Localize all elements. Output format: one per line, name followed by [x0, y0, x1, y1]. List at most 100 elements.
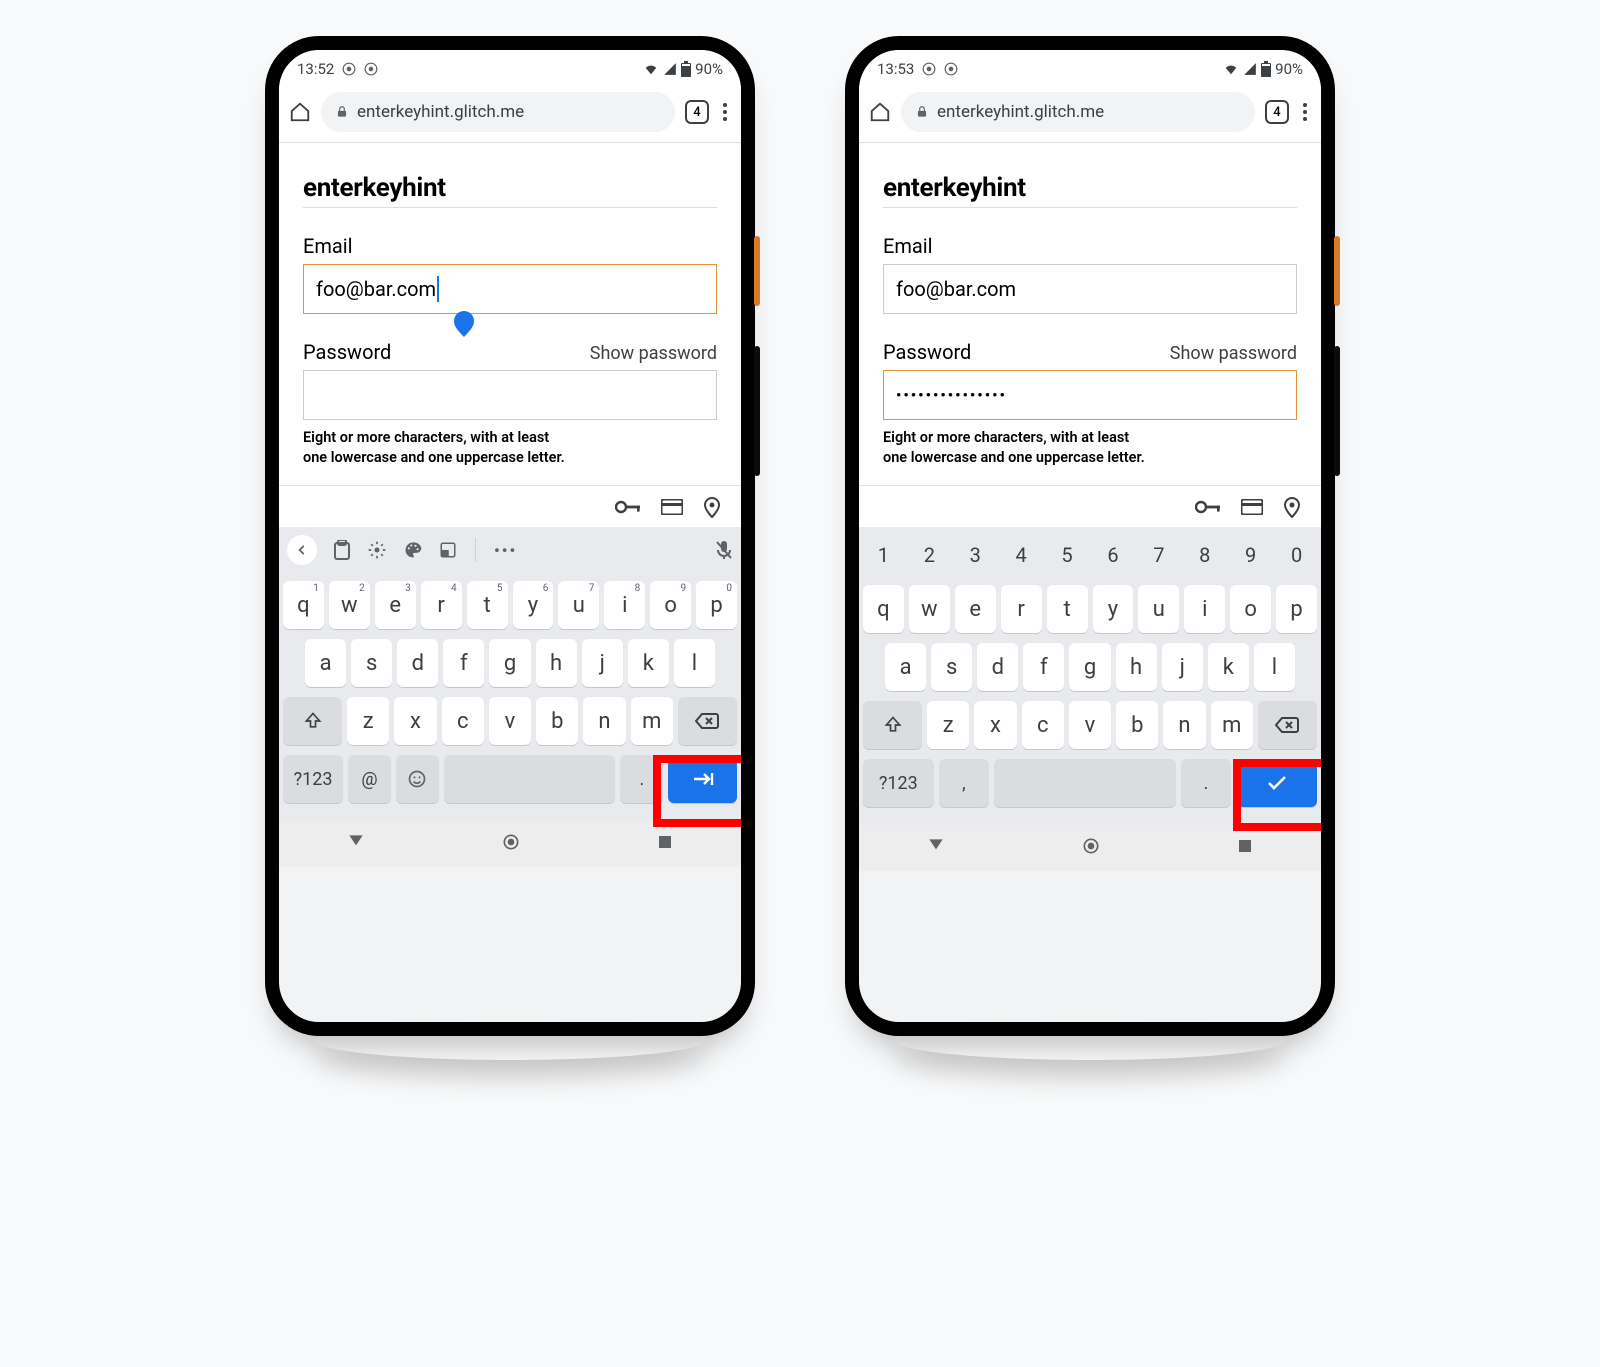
- key-k[interactable]: k: [628, 639, 669, 687]
- more-icon[interactable]: •••: [494, 541, 517, 560]
- key-a[interactable]: a: [885, 643, 926, 691]
- key-x[interactable]: x: [974, 701, 1016, 749]
- password-key-icon[interactable]: [1195, 498, 1221, 516]
- comma-key[interactable]: ,: [939, 759, 989, 807]
- overflow-menu-icon[interactable]: [1299, 99, 1311, 125]
- emoji-key[interactable]: [396, 755, 439, 803]
- enter-key-next[interactable]: [668, 755, 737, 803]
- password-input[interactable]: [303, 370, 717, 420]
- space-key[interactable]: [444, 755, 616, 803]
- key-7[interactable]: 7: [1138, 535, 1179, 575]
- key-f[interactable]: f: [1023, 643, 1064, 691]
- key-a[interactable]: a: [305, 639, 346, 687]
- key-j[interactable]: j: [582, 639, 623, 687]
- key-g[interactable]: g: [489, 639, 530, 687]
- key-i[interactable]: i8: [604, 581, 645, 629]
- key-i[interactable]: i: [1184, 585, 1225, 633]
- caret-handle-icon[interactable]: [454, 311, 474, 337]
- tab-switcher[interactable]: 4: [685, 100, 709, 124]
- backspace-key[interactable]: [1258, 701, 1317, 749]
- payment-card-icon[interactable]: [661, 499, 683, 515]
- key-u[interactable]: u7: [558, 581, 599, 629]
- key-r[interactable]: r4: [421, 581, 462, 629]
- symbols-key[interactable]: ?123: [863, 759, 934, 807]
- key-s[interactable]: s: [931, 643, 972, 691]
- key-e[interactable]: e3: [375, 581, 416, 629]
- key-w[interactable]: w2: [329, 581, 370, 629]
- power-button[interactable]: [1334, 236, 1340, 306]
- key-n[interactable]: n: [583, 697, 625, 745]
- key-k[interactable]: k: [1208, 643, 1249, 691]
- key-e[interactable]: e: [955, 585, 996, 633]
- email-input[interactable]: foo@bar.com: [303, 264, 717, 314]
- key-u[interactable]: u: [1138, 585, 1179, 633]
- key-m[interactable]: m: [631, 697, 673, 745]
- key-6[interactable]: 6: [1093, 535, 1134, 575]
- key-n[interactable]: n: [1163, 701, 1205, 749]
- enter-key-done[interactable]: [1236, 759, 1317, 807]
- address-pin-icon[interactable]: [1283, 496, 1301, 518]
- gear-icon[interactable]: [367, 540, 387, 560]
- shift-key[interactable]: [283, 697, 342, 745]
- key-s[interactable]: s: [351, 639, 392, 687]
- key-o[interactable]: o9: [650, 581, 691, 629]
- key-v[interactable]: v: [1069, 701, 1111, 749]
- one-hand-icon[interactable]: [439, 541, 457, 559]
- show-password-toggle[interactable]: Show password: [1170, 343, 1297, 364]
- volume-buttons[interactable]: [754, 346, 760, 476]
- space-key[interactable]: [994, 759, 1176, 807]
- key-w[interactable]: w: [909, 585, 950, 633]
- nav-back-icon[interactable]: [346, 832, 366, 856]
- key-c[interactable]: c: [442, 697, 484, 745]
- key-l[interactable]: l: [674, 639, 715, 687]
- symbols-key[interactable]: ?123: [283, 755, 343, 803]
- period-key[interactable]: .: [620, 755, 663, 803]
- clipboard-icon[interactable]: [333, 540, 351, 560]
- overflow-menu-icon[interactable]: [719, 99, 731, 125]
- key-g[interactable]: g: [1069, 643, 1110, 691]
- key-f[interactable]: f: [443, 639, 484, 687]
- nav-home-icon[interactable]: [1081, 836, 1101, 860]
- key-y[interactable]: y6: [513, 581, 554, 629]
- home-icon[interactable]: [869, 101, 891, 123]
- key-4[interactable]: 4: [1001, 535, 1042, 575]
- show-password-toggle[interactable]: Show password: [590, 343, 717, 364]
- key-y[interactable]: y: [1093, 585, 1134, 633]
- key-z[interactable]: z: [927, 701, 969, 749]
- key-r[interactable]: r: [1001, 585, 1042, 633]
- collapse-tools-icon[interactable]: [287, 535, 317, 565]
- key-t[interactable]: t5: [467, 581, 508, 629]
- key-d[interactable]: d: [397, 639, 438, 687]
- address-bar[interactable]: enterkeyhint.glitch.me: [901, 92, 1255, 132]
- key-j[interactable]: j: [1162, 643, 1203, 691]
- key-d[interactable]: d: [977, 643, 1018, 691]
- email-input[interactable]: foo@bar.com: [883, 264, 1297, 314]
- key-8[interactable]: 8: [1184, 535, 1225, 575]
- address-bar[interactable]: enterkeyhint.glitch.me: [321, 92, 675, 132]
- key-3[interactable]: 3: [955, 535, 996, 575]
- key-z[interactable]: z: [347, 697, 389, 745]
- address-pin-icon[interactable]: [703, 496, 721, 518]
- key-h[interactable]: h: [536, 639, 577, 687]
- palette-icon[interactable]: [403, 540, 423, 560]
- payment-card-icon[interactable]: [1241, 499, 1263, 515]
- mic-off-icon[interactable]: [715, 540, 733, 560]
- nav-recents-icon[interactable]: [656, 833, 674, 855]
- key-o[interactable]: o: [1230, 585, 1271, 633]
- key-q[interactable]: q1: [283, 581, 324, 629]
- key-b[interactable]: b: [536, 697, 578, 745]
- key-c[interactable]: c: [1022, 701, 1064, 749]
- key-b[interactable]: b: [1116, 701, 1158, 749]
- shift-key[interactable]: [863, 701, 922, 749]
- key-p[interactable]: p: [1276, 585, 1317, 633]
- key-p[interactable]: p0: [696, 581, 737, 629]
- backspace-key[interactable]: [678, 697, 737, 745]
- nav-recents-icon[interactable]: [1236, 837, 1254, 859]
- key-t[interactable]: t: [1047, 585, 1088, 633]
- at-key[interactable]: @: [348, 755, 391, 803]
- key-0[interactable]: 0: [1276, 535, 1317, 575]
- nav-back-icon[interactable]: [926, 836, 946, 860]
- key-q[interactable]: q: [863, 585, 904, 633]
- password-key-icon[interactable]: [615, 498, 641, 516]
- nav-home-icon[interactable]: [501, 832, 521, 856]
